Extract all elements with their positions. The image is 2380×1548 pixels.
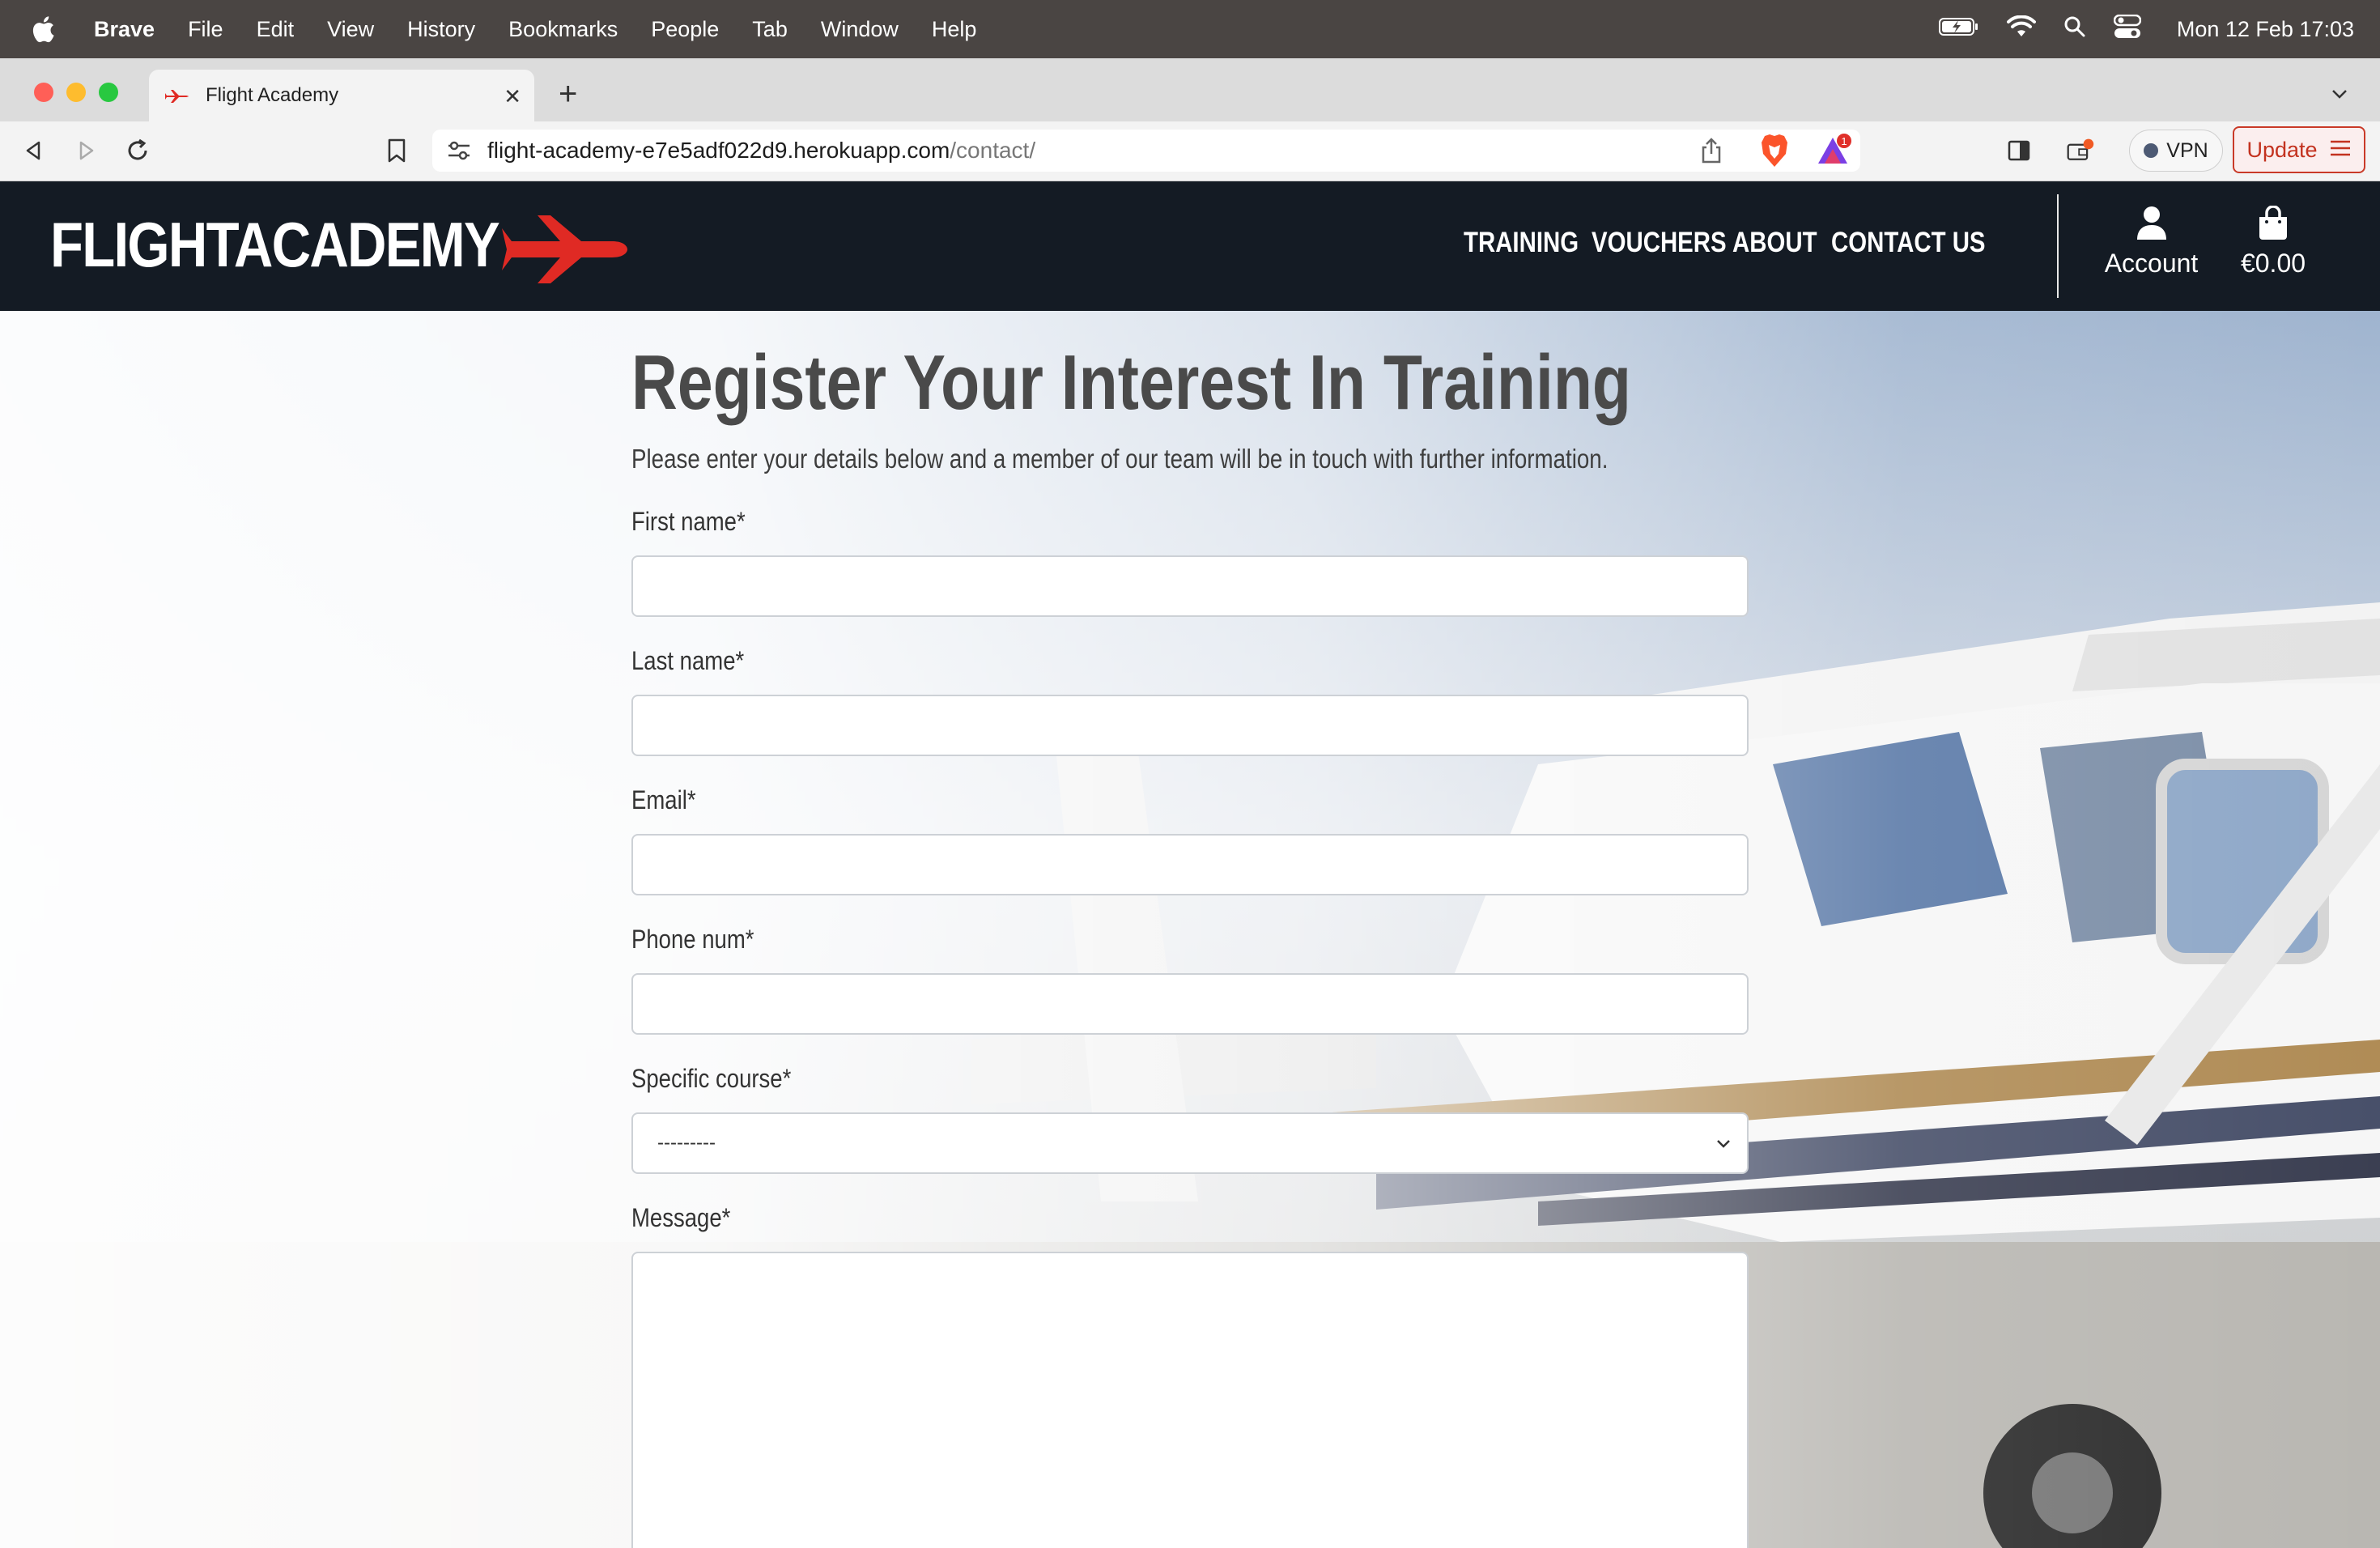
account-label: Account: [2104, 249, 2199, 278]
control-center-icon[interactable]: [2113, 14, 2142, 45]
plane-favicon-icon: [165, 87, 189, 104]
menu-bookmarks[interactable]: Bookmarks: [508, 17, 618, 42]
course-label: Specific course*: [631, 1064, 792, 1093]
bag-total: €0.00: [2240, 249, 2306, 278]
site-logo[interactable]: FLIGHTACADEMY: [50, 204, 627, 285]
sidebar-toggle-icon[interactable]: [2004, 136, 2034, 165]
reload-icon[interactable]: [123, 136, 152, 165]
forward-arrow-icon[interactable]: [71, 136, 100, 165]
email-input[interactable]: [631, 834, 1749, 895]
menu-tab[interactable]: Tab: [752, 17, 788, 42]
account-link[interactable]: Account: [2097, 206, 2206, 279]
apple-icon[interactable]: [31, 15, 55, 43]
window-zoom-button[interactable]: [99, 83, 118, 102]
menu-people[interactable]: People: [651, 17, 719, 42]
site-header: FLIGHTACADEMY TRAINING VOUCHERS ABOUT CO…: [0, 181, 2380, 311]
brave-rewards-triangle-icon[interactable]: 1: [1815, 133, 1851, 168]
update-label: Update: [2246, 137, 2318, 162]
url-path: /contact/: [950, 138, 1036, 163]
logo-text: FLIGHTACADEMY: [50, 208, 500, 280]
bookmark-icon[interactable]: [382, 136, 411, 165]
menu-file[interactable]: File: [188, 17, 223, 42]
rewards-badge-count: 1: [1841, 135, 1847, 147]
address-bar[interactable]: flight-academy-e7e5adf022d9.herokuapp.co…: [432, 130, 1860, 172]
phone-input[interactable]: [631, 973, 1749, 1035]
share-icon[interactable]: [1700, 138, 1723, 168]
site-settings-icon[interactable]: [447, 139, 471, 166]
page-title: Register Your Interest In Training: [631, 339, 1631, 426]
hero-section: Register Your Interest In Training Pleas…: [0, 311, 2380, 1548]
main-nav: TRAINING VOUCHERS ABOUT CONTACT US: [1464, 227, 1986, 259]
menu-view[interactable]: View: [327, 17, 374, 42]
menubar-clock[interactable]: Mon 12 Feb 17:03: [2177, 17, 2354, 42]
update-button[interactable]: Update: [2233, 126, 2365, 173]
nav-divider: [2057, 194, 2059, 298]
menu-edit[interactable]: Edit: [257, 17, 295, 42]
nav-contact-us[interactable]: CONTACT US: [1831, 227, 1986, 259]
tab-title: Flight Academy: [206, 84, 339, 106]
last-name-label: Last name*: [631, 646, 745, 675]
chevron-down-icon: [1715, 1135, 1732, 1159]
menu-history[interactable]: History: [407, 17, 475, 42]
phone-label: Phone num*: [631, 925, 754, 954]
back-arrow-icon[interactable]: [19, 136, 49, 165]
browser-tab-active[interactable]: Flight Academy ✕: [149, 70, 534, 121]
window-close-button[interactable]: [34, 83, 53, 102]
first-name-label: First name*: [631, 507, 746, 536]
window-minimize-button[interactable]: [66, 83, 86, 102]
message-label: Message*: [631, 1203, 731, 1232]
vpn-label: VPN: [2166, 138, 2208, 162]
nav-about[interactable]: ABOUT: [1732, 227, 1817, 259]
shopping-bag-icon: [2257, 205, 2289, 243]
message-textarea[interactable]: [631, 1252, 1749, 1548]
logo-plane-icon: [500, 212, 628, 287]
battery-icon[interactable]: [1938, 17, 1979, 42]
spotlight-search-icon[interactable]: [2063, 15, 2086, 44]
tab-list-chevron-down-icon[interactable]: [2330, 84, 2349, 104]
user-icon: [2136, 206, 2168, 243]
nav-vouchers[interactable]: VOUCHERS: [1592, 227, 1727, 259]
new-tab-plus-icon[interactable]: +: [559, 78, 577, 110]
vpn-status-dot-icon: [2144, 143, 2159, 158]
vpn-button[interactable]: VPN: [2129, 130, 2223, 172]
course-selected-value: ---------: [657, 1132, 716, 1154]
brave-shields-lion-icon[interactable]: [1758, 133, 1791, 168]
first-name-input[interactable]: [631, 555, 1749, 617]
wifi-icon[interactable]: [2006, 15, 2036, 44]
email-label: Email*: [631, 785, 696, 814]
web-page: FLIGHTACADEMY TRAINING VOUCHERS ABOUT CO…: [0, 181, 2380, 1548]
menu-app-name[interactable]: Brave: [94, 17, 155, 42]
menu-window[interactable]: Window: [821, 17, 899, 42]
url-host: flight-academy-e7e5adf022d9.herokuapp.co…: [487, 138, 950, 163]
last-name-input[interactable]: [631, 695, 1749, 756]
course-select[interactable]: ---------: [631, 1112, 1749, 1174]
shopping-bag-link[interactable]: €0.00: [2233, 205, 2314, 279]
menu-bar: Brave File Edit View History Bookmarks P…: [0, 0, 2380, 58]
page-subtitle: Please enter your details below and a me…: [631, 444, 1609, 474]
wallet-icon[interactable]: [2066, 136, 2095, 165]
hamburger-menu-icon: [2329, 138, 2352, 163]
tab-close-icon[interactable]: ✕: [504, 84, 521, 109]
nav-training[interactable]: TRAINING: [1464, 227, 1579, 259]
menu-help[interactable]: Help: [932, 17, 977, 42]
